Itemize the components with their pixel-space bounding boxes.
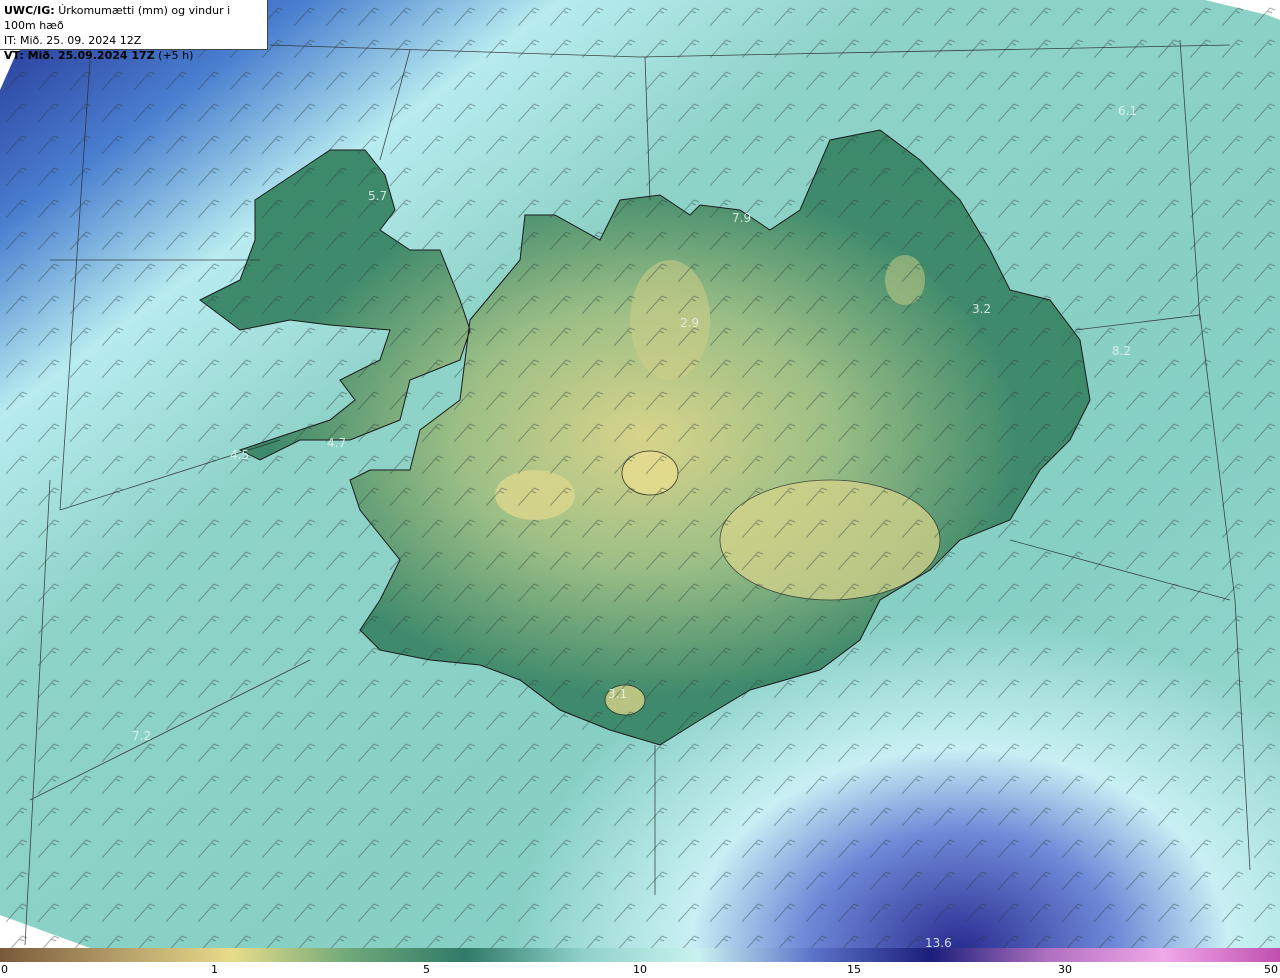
wind-barbs bbox=[0, 0, 1280, 948]
valid-line: VT: Mið. 25.09.2024 17Z (+5 h) bbox=[4, 48, 263, 63]
colorbar-tick-label: 5 bbox=[423, 963, 430, 976]
value-label: 7.9 bbox=[732, 211, 751, 225]
colorbar-tick-label: 1 bbox=[211, 963, 218, 976]
value-label: 4.7 bbox=[327, 436, 346, 450]
title-line: UWC/IG: Úrkomumætti (mm) og vindur i 100… bbox=[4, 3, 263, 33]
init-label: IT: bbox=[4, 34, 17, 47]
map-title-box: UWC/IG: Úrkomumætti (mm) og vindur i 100… bbox=[0, 0, 268, 62]
colorbar-tick-label: 0 bbox=[1, 963, 8, 976]
precipitation-wind-map: 5.7 7.9 2.9 3.2 8.2 6.1 4.7 4.5 7.2 3.1 … bbox=[0, 0, 1280, 948]
colorbar-tick-label: 10 bbox=[633, 963, 647, 976]
value-label: 2.9 bbox=[680, 316, 699, 330]
init-line: IT: Mið. 25. 09. 2024 12Z bbox=[4, 33, 263, 48]
value-label: 3.2 bbox=[972, 302, 991, 316]
model-label: UWC/IG: bbox=[4, 4, 55, 17]
value-label: 8.2 bbox=[1112, 344, 1131, 358]
valid-time: Mið. 25.09.2024 17Z bbox=[27, 49, 155, 62]
value-label: 6.1 bbox=[1118, 104, 1137, 118]
value-label: 7.2 bbox=[132, 729, 151, 743]
valid-label: VT: bbox=[4, 49, 24, 62]
value-label: 3.1 bbox=[608, 687, 627, 701]
value-label: 4.5 bbox=[230, 448, 249, 462]
init-time: Mið. 25. 09. 2024 12Z bbox=[19, 34, 142, 47]
colorbar-tick-label: 15 bbox=[847, 963, 861, 976]
value-label: 13.6 bbox=[925, 936, 952, 948]
value-label: 5.7 bbox=[368, 189, 387, 203]
lead-time: (+5 h) bbox=[158, 49, 194, 62]
colorbar-tick-label: 30 bbox=[1058, 963, 1072, 976]
colorbar-tick-label: 50 bbox=[1264, 963, 1278, 976]
precipitation-colorbar bbox=[0, 948, 1280, 962]
